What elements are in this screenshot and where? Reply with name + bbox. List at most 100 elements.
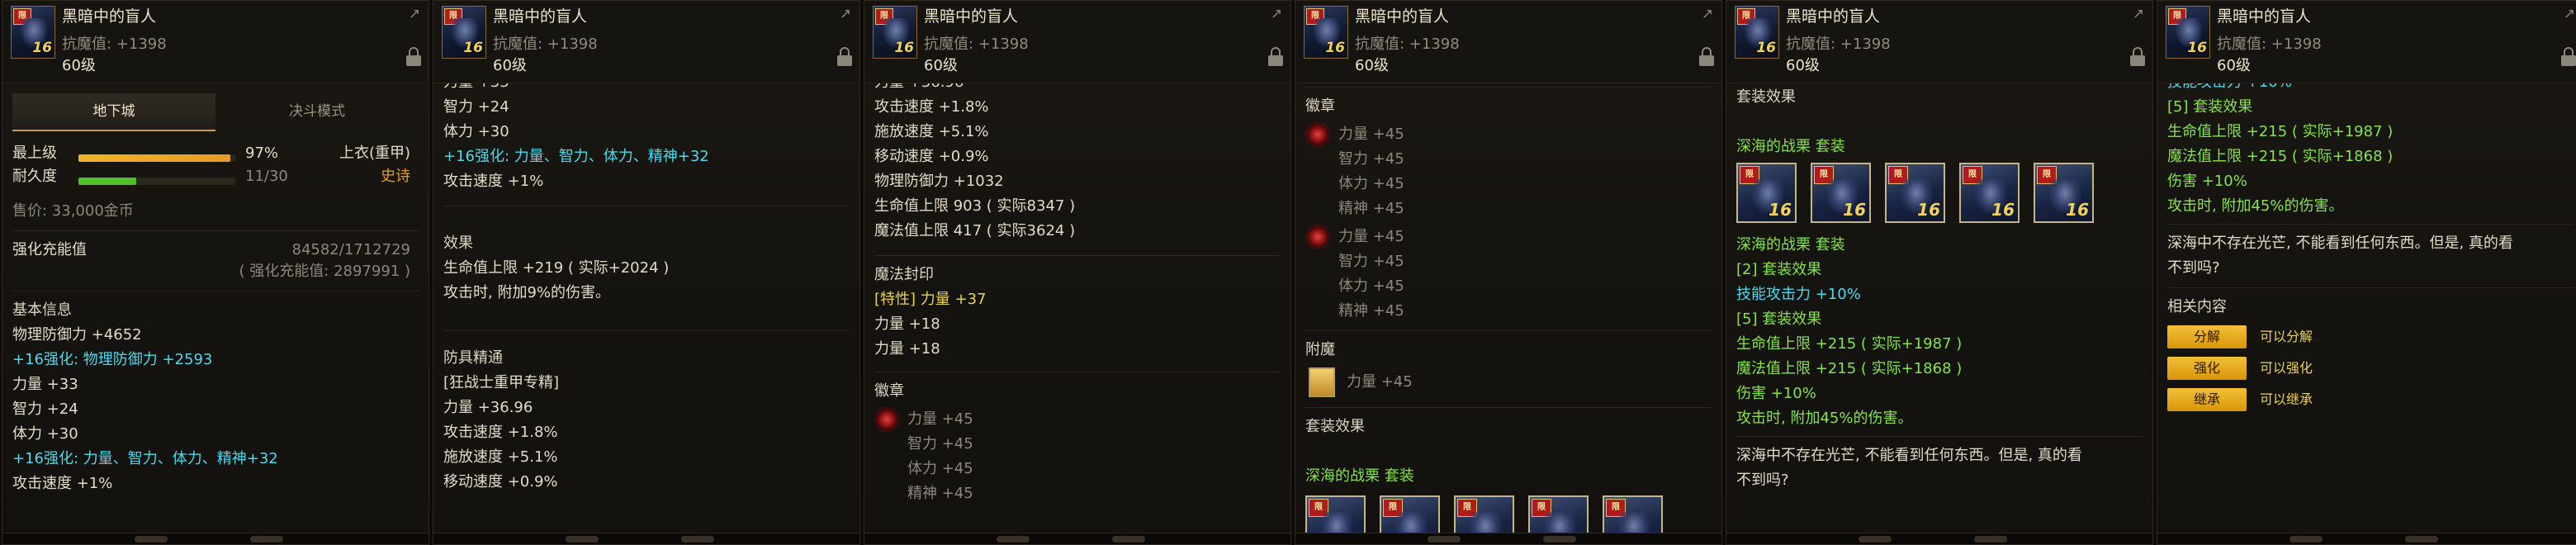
lock-icon[interactable] bbox=[1267, 47, 1284, 67]
related-action-desc: 可以继承 bbox=[2260, 391, 2313, 407]
set-item-icon[interactable]: 限16 bbox=[1959, 163, 2020, 223]
item-thumbnail: 限 16 bbox=[1304, 6, 1348, 59]
set-item-icon[interactable]: 限16 bbox=[1305, 495, 1366, 533]
item-level: 60级 bbox=[493, 57, 527, 74]
stat-line: 攻击速度 +1% bbox=[443, 173, 544, 190]
stat-line: 攻击速度 +1% bbox=[12, 475, 113, 492]
tab-duel[interactable]: 决斗模式 bbox=[215, 93, 419, 131]
item-header: 限 16 黑暗中的盲人 抗魔值: +1398 60级 ↗ bbox=[1295, 1, 1721, 83]
related-action-button[interactable]: 分解 bbox=[2167, 325, 2247, 348]
effect-line: 攻击时, 附加9%的伤害。 bbox=[443, 284, 610, 301]
lock-icon[interactable] bbox=[2560, 47, 2576, 67]
stat-lines: 力量 +33 智力 +24 体力 +30 +16强化: 力量、智力、体力、精神+32 攻… bbox=[443, 83, 850, 194]
mastery-line: 移动速度 +0.9% bbox=[443, 473, 558, 490]
reinforce-sub: ( 强化充能值: 2897991 ) bbox=[239, 263, 410, 280]
emblem-icon bbox=[876, 409, 897, 430]
related-action-button[interactable]: 强化 bbox=[2167, 357, 2247, 380]
sell-price: 售价: 33,000金币 bbox=[12, 202, 134, 220]
panel-footer bbox=[2, 533, 429, 544]
related-action-row: 继承 可以继承 bbox=[2167, 386, 2574, 414]
share-icon[interactable]: ↗ bbox=[2560, 6, 2576, 24]
stat-line: 移动速度 +0.9% bbox=[874, 148, 989, 165]
lock-icon[interactable] bbox=[836, 47, 853, 67]
emblem-stat: 力量 +45 bbox=[1338, 126, 1404, 143]
share-icon[interactable]: ↗ bbox=[2129, 6, 2147, 24]
set-icons: 限16 限16 限16 限16 限16 bbox=[1305, 495, 1712, 533]
set-bonus-line: 魔法值上限 +215 ( 实际+1868 ) bbox=[2167, 148, 2394, 165]
share-icon[interactable]: ↗ bbox=[836, 6, 855, 24]
tooltip-strip: 限 16 黑暗中的盲人 抗魔值: +1398 60级 ↗ 地下城 决斗模式 最上级… bbox=[0, 0, 2576, 545]
set-item-icon[interactable]: 限16 bbox=[1885, 163, 1945, 223]
stat-line: 智力 +24 bbox=[12, 400, 78, 418]
tab-dungeon[interactable]: 地下城 bbox=[12, 93, 215, 131]
emblem-stat: 智力 +45 bbox=[1338, 253, 1404, 270]
section-emblem-title: 徽章 bbox=[1305, 97, 1335, 115]
set-bonus-line: 伤害 +10% bbox=[1736, 385, 1816, 402]
item-header: 限 16 黑暗中的盲人 抗魔值: +1398 60级 ↗ bbox=[2, 1, 429, 83]
item-resist: 抗魔值: +1398 bbox=[1355, 36, 1460, 53]
item-reinforce-level: 16 bbox=[1843, 200, 1866, 220]
panel-content: 力量 +36.96 攻击速度 +1.8% 施放速度 +5.1% 移动速度 +0.9% 物… bbox=[864, 83, 1290, 533]
set-item-icon[interactable]: 限16 bbox=[1380, 495, 1440, 533]
item-resist: 抗魔值: +1398 bbox=[493, 36, 598, 53]
panel-footer bbox=[1295, 533, 1721, 544]
stat-line: 智力 +24 bbox=[443, 98, 509, 116]
set-item-icon[interactable]: 限16 bbox=[1736, 163, 1797, 223]
related-action-button[interactable]: 继承 bbox=[2167, 388, 2247, 411]
item-level: 60级 bbox=[1786, 57, 1820, 74]
share-icon[interactable]: ↗ bbox=[1267, 6, 1286, 24]
panel-footer bbox=[1726, 533, 2152, 544]
item-header: 限 16 黑暗中的盲人 抗魔值: +1398 60级 ↗ bbox=[2157, 1, 2576, 83]
emblem-slot-2: 力量 +45 智力 +45 体力 +45 精神 +45 bbox=[1305, 225, 1712, 324]
set-item-icon[interactable]: 限16 bbox=[1528, 495, 1589, 533]
set-bonus-5-lines: 生命值上限 +215 ( 实际+1987 ) 魔法值上限 +215 ( 实际+18… bbox=[1736, 332, 2143, 431]
item-name: 黑暗中的盲人 bbox=[1355, 7, 1450, 26]
stat-line: 体力 +30 bbox=[12, 425, 78, 443]
mode-tabs: 地下城 决斗模式 bbox=[12, 93, 419, 131]
item-thumbnail: 限 16 bbox=[11, 6, 55, 59]
item-name: 黑暗中的盲人 bbox=[493, 7, 588, 26]
set-item-icon[interactable]: 限16 bbox=[1811, 163, 1871, 223]
item-reinforce-level: 16 bbox=[1756, 40, 1776, 56]
lock-icon[interactable] bbox=[1698, 47, 1715, 67]
set-item-icon[interactable]: 限16 bbox=[1454, 495, 1514, 533]
tooltip-panel-3: 限16 黑暗中的盲人 抗魔值: +1398 60级 ↗ 力量 +36.96 攻击速… bbox=[864, 0, 1291, 545]
flavor-text-2: 不到吗? bbox=[1736, 472, 1789, 489]
quality-block: 最上级 97% 耐久度 11/30 上衣(重甲) 史诗 bbox=[12, 141, 419, 199]
set-name: 深海的战栗 套装 bbox=[1305, 467, 1414, 485]
related-action-row: 强化 可以强化 bbox=[2167, 354, 2574, 382]
set-bonus-5-title: [5] 套装效果 bbox=[1736, 310, 1822, 328]
seal-line: 力量 +18 bbox=[874, 340, 940, 358]
set-item-icon[interactable]: 限16 bbox=[2034, 163, 2094, 223]
stat-line: 体力 +30 bbox=[443, 123, 509, 140]
tooltip-panel-1: 限 16 黑暗中的盲人 抗魔值: +1398 60级 ↗ 地下城 决斗模式 最上级… bbox=[2, 0, 429, 545]
set-item-icon[interactable]: 限16 bbox=[1603, 495, 1663, 533]
share-icon[interactable]: ↗ bbox=[405, 6, 424, 24]
seal-lines: [特性] 力量 +37 力量 +18 力量 +18 bbox=[874, 287, 1281, 362]
emblem-stat: 精神 +45 bbox=[1338, 302, 1404, 320]
effect-line: 生命值上限 +219 ( 实际+2024 ) bbox=[443, 259, 670, 277]
basic-stats: 物理防御力 +4652 +16强化: 物理防御力 +2593 力量 +33 智力 +2… bbox=[12, 323, 419, 496]
stat-line: 物理防御力 +1032 bbox=[874, 173, 1004, 190]
quality-bar bbox=[78, 149, 235, 165]
set-bonus-line: 魔法值上限 +215 ( 实际+1868 ) bbox=[1736, 360, 1963, 377]
set-bonus-5-title: [5] 套装效果 bbox=[2167, 98, 2253, 116]
item-resist: 抗魔值: +1398 bbox=[62, 36, 167, 53]
item-level: 60级 bbox=[62, 57, 96, 74]
item-name: 黑暗中的盲人 bbox=[62, 7, 157, 26]
item-header: 限 16 黑暗中的盲人 抗魔值: +1398 60级 ↗ bbox=[864, 1, 1290, 83]
emblem-slot: 力量 +45 智力 +45 体力 +45 精神 +45 bbox=[874, 407, 1281, 506]
section-enchant-title: 附魔 bbox=[1305, 341, 1335, 358]
lock-icon[interactable] bbox=[405, 47, 422, 67]
set-bonus-2: 技能攻击力 +10% bbox=[2167, 83, 2574, 95]
share-icon[interactable]: ↗ bbox=[1698, 6, 1717, 24]
item-reinforce-level: 16 bbox=[1991, 200, 2015, 220]
lock-icon[interactable] bbox=[2129, 47, 2146, 67]
item-thumbnail: 限 16 bbox=[873, 6, 917, 59]
emblem-stat: 体力 +45 bbox=[1338, 277, 1404, 295]
set-bonus-5-lines: 生命值上限 +215 ( 实际+1987 ) 魔法值上限 +215 ( 实际+18… bbox=[2167, 120, 2574, 219]
item-resist: 抗魔值: +1398 bbox=[1786, 36, 1891, 53]
item-rarity: 史诗 bbox=[381, 168, 410, 185]
emblem-icon bbox=[1307, 226, 1328, 248]
enchant-value: 力量 +45 bbox=[1347, 373, 1413, 391]
